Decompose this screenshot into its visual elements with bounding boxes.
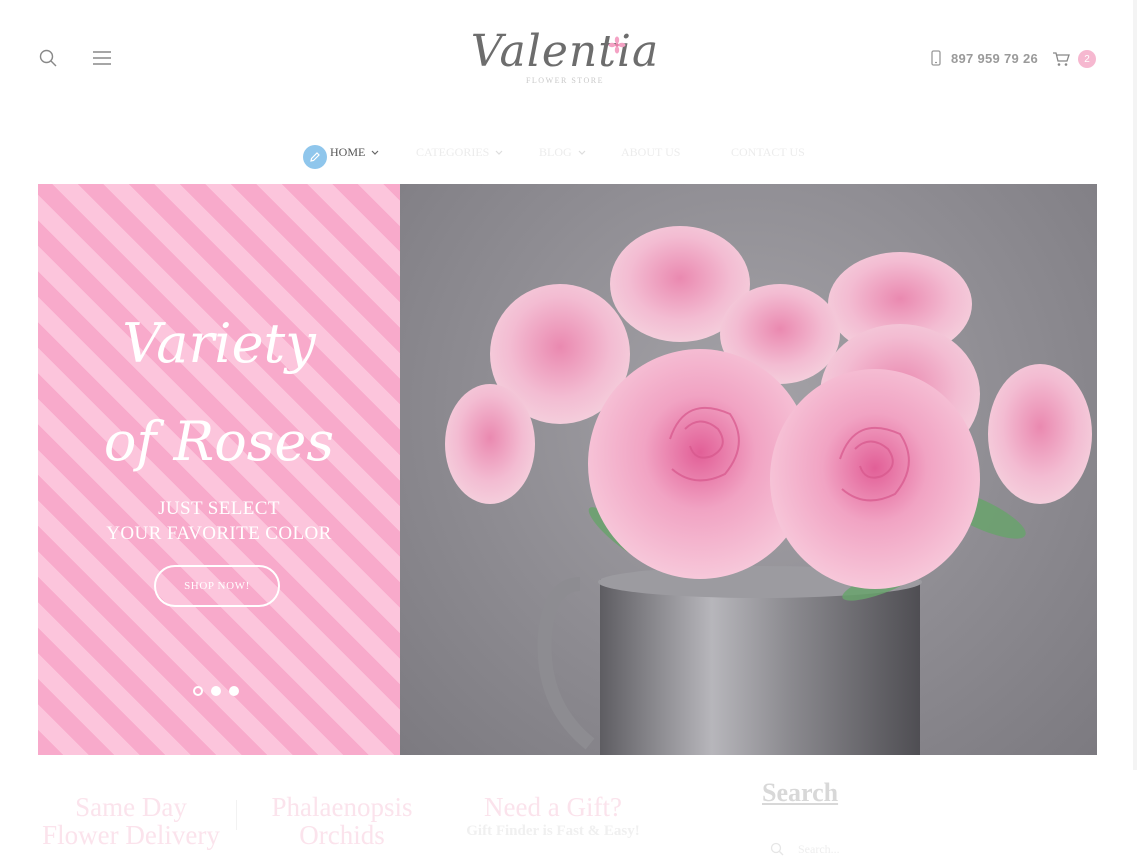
search-widget-input[interactable]: Search... bbox=[770, 840, 1070, 858]
hero-slider: Variety of Roses JUST SELECT YOUR FAVORI… bbox=[38, 184, 1097, 755]
promo-title-line1: Same Day bbox=[75, 792, 187, 822]
cart-count-badge: 2 bbox=[1078, 50, 1096, 68]
search-icon[interactable] bbox=[38, 48, 58, 68]
nav-item-label: CATEGORIES bbox=[416, 145, 490, 159]
roses-in-pot-image bbox=[400, 184, 1097, 755]
hero-text-panel: Variety of Roses JUST SELECT YOUR FAVORI… bbox=[38, 184, 400, 755]
promo-title: Need a Gift? bbox=[484, 792, 622, 822]
shop-now-button[interactable]: SHOP NOW! bbox=[154, 565, 280, 607]
promo-subtitle: Gift Finder is Fast & Easy! bbox=[466, 823, 640, 839]
site-logo[interactable]: Valentia FLOWER STORE bbox=[470, 24, 660, 94]
hero-subtitle-line2: YOUR FAVORITE COLOR bbox=[106, 523, 332, 544]
menu-icon[interactable] bbox=[91, 48, 113, 68]
chevron-down-icon bbox=[371, 150, 379, 155]
hero-subtitle-line1: JUST SELECT bbox=[158, 498, 280, 519]
slider-dots bbox=[193, 686, 239, 696]
nav-item-about-us[interactable]: ABOUT US bbox=[621, 145, 680, 160]
search-placeholder: Search... bbox=[798, 841, 840, 856]
chevron-down-icon bbox=[578, 150, 586, 155]
nav-item-home[interactable]: HOME bbox=[330, 145, 379, 160]
promo-phalaenopsis-orchids[interactable]: Phalaenopsis Orchids bbox=[262, 793, 422, 849]
promo-same-day-delivery[interactable]: Same Day Flower Delivery bbox=[40, 793, 222, 849]
cart-icon bbox=[1053, 52, 1070, 66]
logo-text: Valentia bbox=[470, 26, 660, 77]
nav-item-contact-us[interactable]: CONTACT US bbox=[731, 145, 805, 160]
pencil-icon[interactable] bbox=[303, 145, 327, 169]
phone-number: 897 959 79 26 bbox=[951, 50, 1039, 66]
nav-item-blog[interactable]: BLOG bbox=[539, 145, 586, 160]
flower-icon bbox=[608, 36, 626, 54]
hero-title-line1: Variety bbox=[122, 312, 316, 375]
promo-title-line1: Phalaenopsis bbox=[271, 792, 413, 822]
promo-divider bbox=[236, 800, 237, 830]
site-header: Valentia FLOWER STORE 897 959 79 26 2 HO… bbox=[0, 0, 1137, 184]
slider-dot-3[interactable] bbox=[229, 686, 239, 696]
nav-item-label: ABOUT US bbox=[621, 145, 681, 159]
promo-need-a-gift[interactable]: Need a Gift? Gift Finder is Fast & Easy! bbox=[460, 793, 646, 840]
search-icon bbox=[770, 842, 784, 856]
promo-title-line2: Flower Delivery bbox=[42, 820, 220, 850]
nav-item-label: HOME bbox=[330, 145, 366, 159]
chevron-down-icon bbox=[495, 150, 503, 155]
slider-dot-1[interactable] bbox=[193, 686, 203, 696]
phone-contact[interactable]: 897 959 79 26 bbox=[931, 48, 1038, 68]
hero-title-line2: of Roses bbox=[103, 410, 335, 473]
search-widget-title: Search bbox=[762, 778, 839, 807]
phone-icon bbox=[931, 50, 941, 66]
slider-dot-2[interactable] bbox=[211, 686, 221, 696]
nav-item-label: CONTACT US bbox=[731, 145, 805, 159]
nav-item-label: BLOG bbox=[539, 145, 572, 159]
nav-item-categories[interactable]: CATEGORIES bbox=[416, 145, 503, 160]
promo-title-line2: Orchids bbox=[299, 820, 385, 850]
cart-button[interactable]: 2 bbox=[1052, 48, 1096, 70]
scrollbar-track[interactable] bbox=[1133, 0, 1137, 770]
